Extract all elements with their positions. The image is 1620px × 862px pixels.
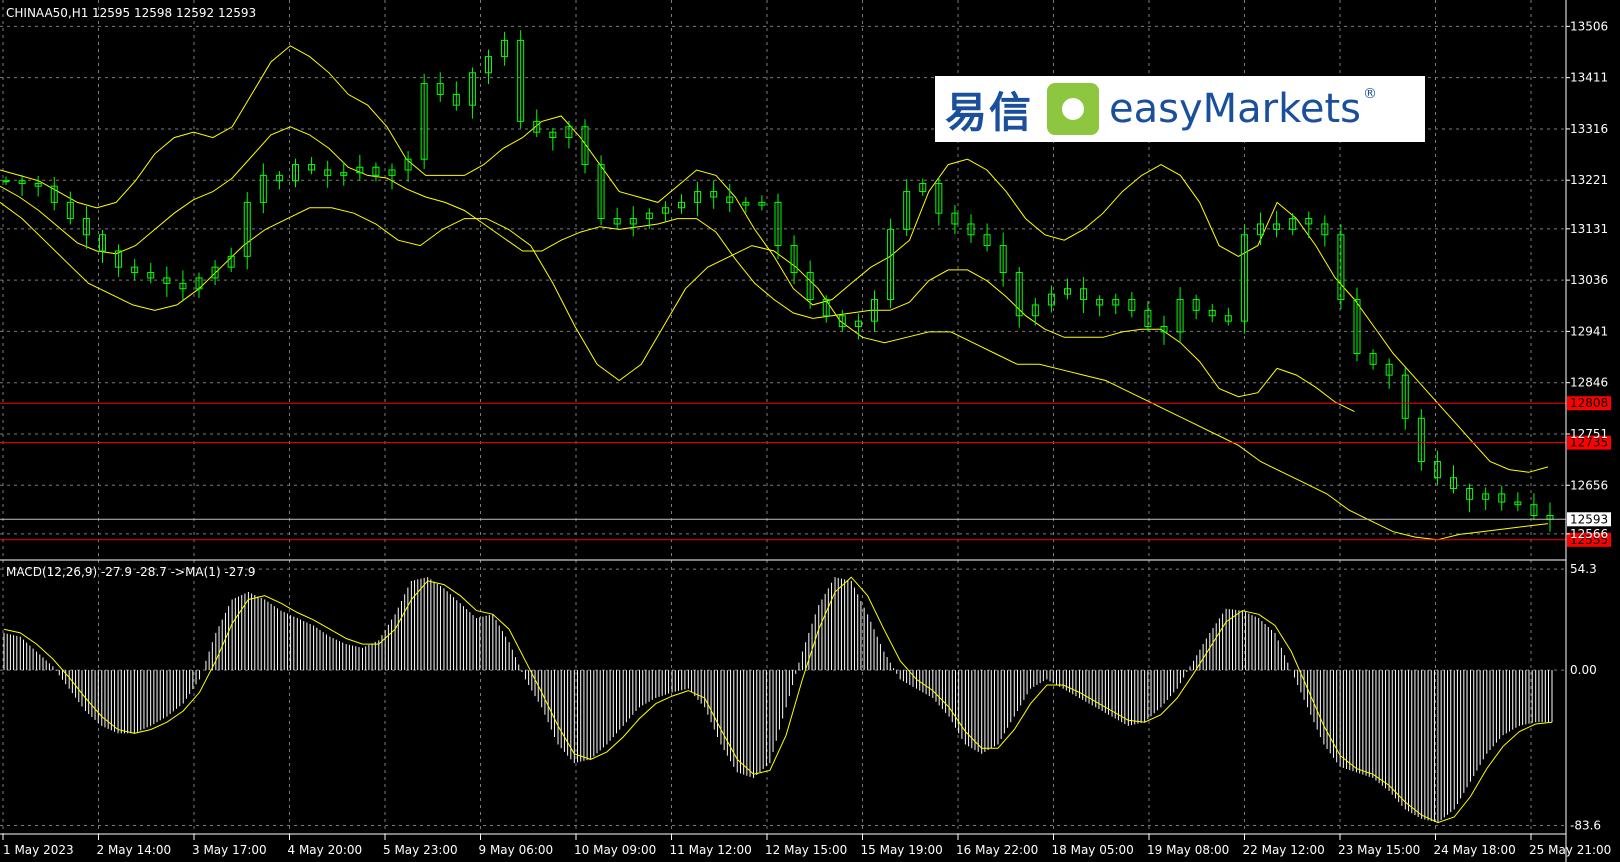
time-tick-label: 16 May 22:00	[956, 843, 1038, 857]
price-tick-label: 13316	[1570, 122, 1608, 136]
symbol-label: CHINAA50,H1	[6, 6, 88, 20]
price-tick-label: 12751	[1570, 427, 1608, 441]
time-tick-label: 18 May 05:00	[1052, 843, 1134, 857]
time-tick-label: 19 May 08:00	[1147, 843, 1229, 857]
time-tick-label: 4 May 20:00	[288, 843, 363, 857]
time-tick-label: 25 May 21:00	[1529, 843, 1611, 857]
candle-body	[2, 180, 10, 183]
time-tick-label: 12 May 15:00	[765, 843, 847, 857]
time-tick-label: 3 May 17:00	[192, 843, 267, 857]
time-tick-label: 24 May 18:00	[1434, 843, 1516, 857]
time-tick-label: 15 May 19:00	[861, 843, 943, 857]
macd-tick-label: 54.3	[1570, 562, 1597, 576]
time-tick-label: 9 May 06:00	[479, 843, 554, 857]
price-tick-label: 12566	[1570, 527, 1608, 541]
price-tick-label: 12846	[1570, 376, 1608, 390]
logo-mark-icon	[1047, 83, 1100, 135]
price-tick-label: 13506	[1570, 19, 1608, 33]
time-tick-label: 5 May 23:00	[383, 843, 458, 857]
logo-chinese-text: 易信	[945, 87, 1034, 137]
logo-english-text: easyMarkets ®	[1109, 86, 1377, 132]
price-tick-label: 12941	[1570, 324, 1608, 338]
price-tick-label: 13411	[1570, 71, 1608, 85]
price-tick-label: 13131	[1570, 222, 1608, 236]
price-tick-label: 12656	[1570, 478, 1608, 492]
price-tick-label: 13221	[1570, 173, 1608, 187]
time-tick-label: 1 May 2023	[3, 843, 74, 857]
macd-tick-label: -83.6	[1570, 819, 1601, 833]
price-tick-label: 13036	[1570, 273, 1608, 287]
time-tick-label: 11 May 12:00	[670, 843, 752, 857]
price-level-label: 12808	[1570, 396, 1608, 410]
time-tick-label: 10 May 09:00	[574, 843, 656, 857]
time-tick-label: 23 May 15:00	[1338, 843, 1420, 857]
ohlc-values: 12595 12598 12592 12593	[92, 6, 256, 20]
macd-label: MACD(12,26,9) -27.9 -28.7 ->MA(1) -27.9	[6, 565, 256, 579]
current-price-label: 12593	[1570, 512, 1608, 526]
time-tick-label: 22 May 12:00	[1243, 843, 1325, 857]
macd-tick-label: 0.00	[1570, 663, 1597, 677]
easymarkets-logo: 易信 easyMarkets ®	[935, 76, 1425, 142]
time-tick-label: 2 May 14:00	[97, 843, 172, 857]
